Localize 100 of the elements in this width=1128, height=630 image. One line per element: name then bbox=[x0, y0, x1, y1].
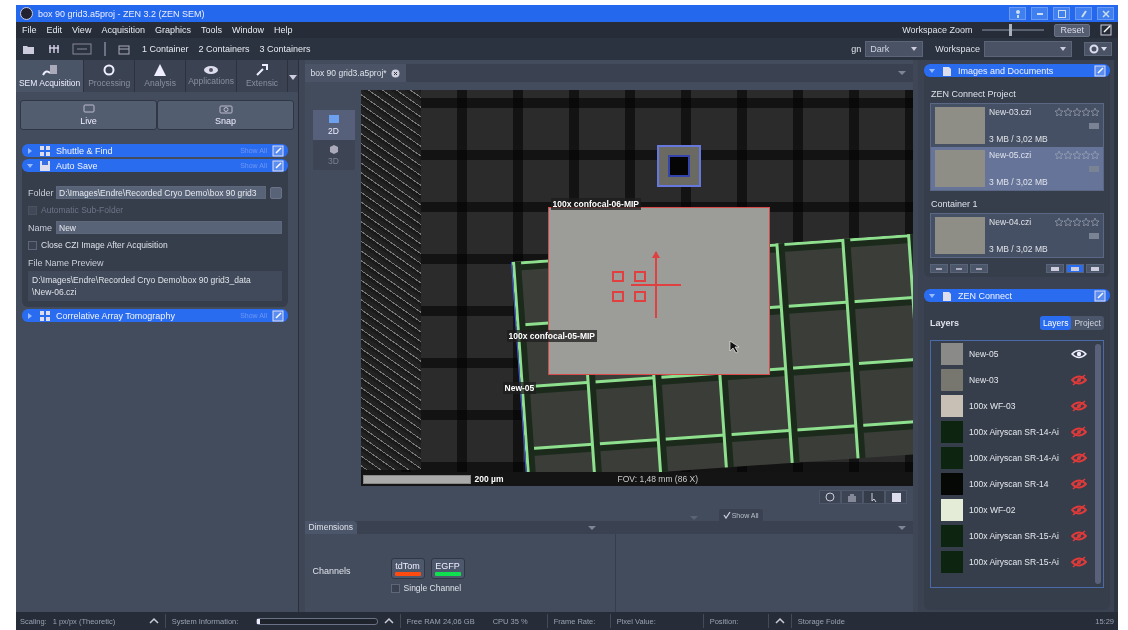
container-layout-button[interactable]: 1 Container bbox=[142, 44, 189, 54]
document-item[interactable]: New-04.czi 3 MB / 3,02 MB bbox=[931, 214, 1103, 257]
menu-item[interactable]: Window bbox=[231, 25, 264, 35]
item-checkbox[interactable] bbox=[1088, 122, 1099, 129]
thumbnail-placeholder bbox=[935, 150, 986, 187]
thumbnail-placeholder bbox=[941, 473, 964, 495]
window-pin-button[interactable] bbox=[1075, 7, 1092, 20]
eye-icon[interactable] bbox=[1070, 348, 1087, 360]
live-button[interactable]: Live bbox=[20, 100, 157, 130]
menu-item[interactable]: Tools bbox=[200, 25, 222, 35]
layer-item[interactable]: New-03 bbox=[931, 367, 1093, 393]
item-checkbox[interactable] bbox=[1088, 232, 1099, 239]
workspace-zoom-label: Workspace Zoom bbox=[902, 25, 973, 35]
window-help-button[interactable] bbox=[1009, 7, 1026, 20]
view-toggle-button[interactable] bbox=[1065, 264, 1084, 273]
check-icon bbox=[722, 511, 731, 519]
menu-item[interactable]: Edit bbox=[46, 25, 63, 35]
window-restore-button[interactable] bbox=[1053, 7, 1070, 20]
panel-header[interactable]: Images and Documents bbox=[924, 64, 1110, 77]
star-rating[interactable] bbox=[1054, 218, 1099, 226]
scrollbar[interactable] bbox=[1113, 60, 1118, 612]
undock-icon[interactable] bbox=[1100, 24, 1112, 36]
group-label: ZEN Connect Project bbox=[931, 89, 1017, 99]
hidden-eye-icon[interactable] bbox=[1070, 478, 1087, 490]
expand-up-icon[interactable] bbox=[774, 617, 785, 625]
reset-button[interactable]: Reset bbox=[1054, 23, 1090, 37]
hidden-eye-icon[interactable] bbox=[1070, 374, 1087, 386]
hidden-eye-icon[interactable] bbox=[1070, 556, 1087, 568]
name-field[interactable]: New bbox=[56, 221, 282, 234]
hidden-eye-icon[interactable] bbox=[1070, 504, 1087, 516]
layer-item[interactable]: 100x Airyscan SR-14 bbox=[931, 471, 1093, 497]
channel-button[interactable]: tdTom bbox=[390, 558, 425, 579]
camera-icon bbox=[218, 104, 233, 114]
layer-item[interactable]: 100x WF-02 bbox=[931, 497, 1093, 523]
viewer-tool-button[interactable] bbox=[862, 490, 885, 504]
view-mode-tab[interactable]: 2D bbox=[312, 110, 355, 140]
container-icon[interactable] bbox=[118, 43, 130, 55]
view-toggle-button[interactable] bbox=[1045, 264, 1064, 273]
grid-icon bbox=[39, 144, 51, 157]
panel-header[interactable]: ZEN Connect bbox=[924, 289, 1110, 302]
tool-icon[interactable] bbox=[48, 43, 60, 55]
document-action-button[interactable] bbox=[950, 264, 969, 273]
channel-button[interactable]: EGFP bbox=[430, 558, 465, 579]
view-toggle-tab[interactable]: Project bbox=[1071, 316, 1104, 330]
panel-caret-icon[interactable] bbox=[586, 523, 597, 532]
checkbox[interactable] bbox=[390, 583, 400, 593]
window-minimize-button[interactable] bbox=[1031, 7, 1048, 20]
hidden-eye-icon[interactable] bbox=[1070, 530, 1087, 542]
container-layout-button[interactable]: 2 Containers bbox=[198, 44, 250, 54]
monitor-icon bbox=[81, 104, 96, 114]
layer-item[interactable]: 100x Airyscan SR-14-Ai bbox=[931, 419, 1093, 445]
hidden-eye-icon[interactable] bbox=[1070, 426, 1087, 438]
browse-button[interactable] bbox=[270, 186, 282, 199]
menu-item[interactable]: Acquisition bbox=[101, 25, 145, 35]
expand-up-icon[interactable] bbox=[383, 617, 394, 625]
dimensions-tab[interactable]: Dimensions bbox=[304, 521, 357, 534]
document-item[interactable]: New-05.czi 3 MB / 3,02 MB bbox=[931, 147, 1103, 190]
group-label: Container 1 bbox=[931, 199, 979, 209]
hidden-eye-icon[interactable] bbox=[1070, 452, 1087, 464]
thumbnail-placeholder bbox=[941, 343, 964, 365]
panel-caret-icon[interactable] bbox=[896, 523, 907, 532]
scrollbar[interactable] bbox=[1094, 344, 1101, 584]
hidden-eye-icon[interactable] bbox=[1070, 400, 1087, 412]
frame-icon[interactable] bbox=[72, 43, 92, 55]
menu-item[interactable]: Help bbox=[273, 25, 293, 35]
folder-field[interactable]: D:\Images\Endre\Recorded Cryo Demo\box 90 grid3 bbox=[56, 186, 266, 199]
snap-button[interactable]: Snap bbox=[157, 100, 294, 130]
layer-item[interactable]: 100x WF-03 bbox=[931, 393, 1093, 419]
document-item[interactable]: New-03.czi 3 MB / 3,02 MB bbox=[931, 104, 1103, 147]
help-icon bbox=[1015, 9, 1020, 18]
settings-icon bbox=[1088, 43, 1108, 55]
checkbox[interactable] bbox=[28, 240, 37, 250]
star-rating[interactable] bbox=[1054, 108, 1099, 116]
view-toggle-button[interactable] bbox=[1085, 264, 1104, 273]
menu-item[interactable]: View bbox=[72, 25, 92, 35]
document-tab[interactable]: box 90 grid3.a5proj* bbox=[304, 64, 406, 82]
panel-splitter[interactable] bbox=[912, 60, 919, 612]
view-toggle-tab[interactable]: Layers bbox=[1039, 316, 1072, 330]
document-action-button[interactable] bbox=[970, 264, 989, 273]
scale-bar-label: 200 µm bbox=[474, 474, 504, 484]
layer-item[interactable]: 100x Airyscan SR-15-Ai bbox=[931, 523, 1093, 549]
container-layout-button[interactable]: 3 Containers bbox=[259, 44, 311, 54]
layer-item[interactable]: 100x Airyscan SR-15-Ai bbox=[931, 549, 1093, 575]
expand-up-icon[interactable] bbox=[148, 617, 159, 625]
document-action-button[interactable] bbox=[930, 264, 949, 273]
more-tabs-caret-icon[interactable] bbox=[288, 72, 298, 82]
module-tab[interactable]: SEM Acquisition bbox=[16, 60, 85, 92]
panel-caret-icon[interactable] bbox=[896, 69, 907, 77]
design-dropdown[interactable]: Dark bbox=[865, 41, 924, 57]
open-folder-icon[interactable] bbox=[22, 43, 36, 55]
layer-item[interactable]: New-05 bbox=[931, 341, 1093, 367]
layer-item[interactable]: 100x Airyscan SR-14-Ai bbox=[931, 445, 1093, 471]
settings-button[interactable] bbox=[1084, 42, 1112, 56]
menu-item[interactable]: Graphics bbox=[154, 25, 191, 35]
collapse-caret-icon bbox=[26, 161, 34, 170]
star-rating[interactable] bbox=[1054, 151, 1099, 159]
viewer-tool-button[interactable] bbox=[818, 490, 841, 504]
thumbnail-placeholder bbox=[941, 447, 964, 469]
menu-item[interactable]: File bbox=[22, 25, 37, 35]
viewer-tool-button[interactable] bbox=[884, 490, 907, 504]
